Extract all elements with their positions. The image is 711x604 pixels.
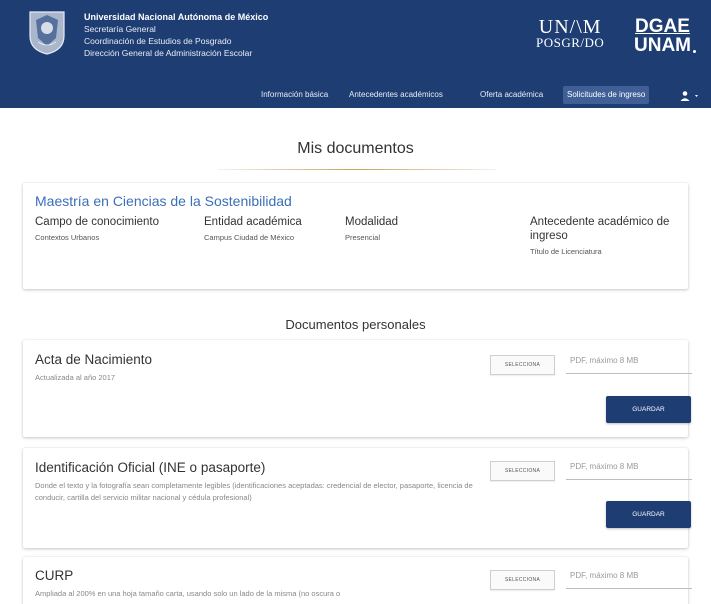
field-heading: Antecedente académico de ingreso [530, 216, 670, 242]
institution-name: Universidad Nacional Autónoma de México [84, 12, 269, 22]
posgrado-logo-line2: POSGR/DO [536, 35, 605, 50]
document-description: Ampliada al 200% en una hoja tamaño cart… [35, 589, 341, 598]
field-value: Título de Licenciatura [530, 247, 602, 256]
select-file-button[interactable]: Selecciona [490, 570, 555, 590]
institution-secretaria: Secretaría General [84, 24, 156, 34]
file-path-field[interactable]: PDF, máximo 8 MB [566, 354, 692, 374]
document-card-acta: Acta de Nacimiento Actualizada al año 20… [23, 340, 692, 437]
field-entidad-academica: Entidad académica Campus Ciudad de Méxic… [204, 215, 354, 242]
dgae-logo-line1: DGAE [635, 16, 690, 37]
page-title: Mis documentos [297, 140, 414, 157]
document-description: Donde el texto y la fotografía sean comp… [35, 481, 473, 502]
document-card-curp: CURP Ampliada al 200% en una hoja tamaño… [23, 557, 692, 604]
nav-oferta-academica[interactable]: Oferta académica [476, 86, 547, 104]
document-title: Acta de Nacimiento [35, 352, 153, 367]
nav-informacion-basica[interactable]: Información básica [257, 86, 332, 104]
save-button[interactable]: Guardar [606, 501, 691, 528]
document-title: Identificación Oficial (INE o pasaporte) [35, 460, 266, 475]
field-antecedente-academico: Antecedente académico de ingreso Título … [530, 215, 690, 256]
file-path-field[interactable]: PDF, máximo 8 MB [566, 569, 692, 589]
unam-seal-icon [29, 11, 65, 55]
nav-solicitudes-de-ingreso[interactable]: Solicitudes de ingreso [563, 86, 650, 104]
dgae-logo-dot [693, 50, 696, 53]
save-button[interactable]: Guardar [606, 396, 691, 423]
field-heading: Modalidad [345, 216, 399, 228]
document-description: Actualizada al año 2017 [35, 373, 116, 382]
posgrado-logo[interactable]: UN/\M POSGR/DO [536, 16, 605, 50]
nav-antecedentes-academicos[interactable]: Antecedentes académicos [345, 86, 447, 104]
document-card-identificacion: Identificación Oficial (INE o pasaporte)… [23, 448, 692, 548]
document-title: CURP [35, 568, 74, 583]
institution-direccion: Dirección General de Administración Esco… [84, 48, 253, 58]
posgrado-logo-line1: UN/\M [538, 16, 602, 38]
field-heading: Campo de conocimiento [35, 216, 160, 228]
field-value: Campus Ciudad de México [204, 233, 295, 242]
site-header: Universidad Nacional Autónoma de México … [0, 0, 711, 108]
section-title: Documentos personales [285, 317, 426, 332]
field-campo-conocimiento: Campo de conocimiento Contextos Urbanos [35, 215, 205, 242]
field-value: Contextos Urbanos [35, 233, 100, 242]
field-value: Presencial [345, 233, 381, 242]
select-file-button[interactable]: Selecciona [490, 461, 555, 481]
dgae-logo[interactable]: DGAE UNAM [634, 16, 696, 56]
program-name[interactable]: Maestría en Ciencias de la Sostenibilida… [35, 193, 292, 209]
main-nav: Información básica Antecedentes académic… [0, 82, 711, 108]
title-divider [218, 169, 496, 170]
user-icon[interactable] [679, 90, 701, 102]
institution-coordinacion: Coordinación de Estudios de Posgrado [84, 36, 232, 46]
field-heading: Entidad académica [204, 216, 302, 228]
file-path-field[interactable]: PDF, máximo 8 MB [566, 460, 692, 480]
chevron-down-icon [695, 95, 698, 97]
field-modalidad: Modalidad Presencial [345, 215, 495, 242]
dgae-logo-line2: UNAM [634, 35, 691, 56]
select-file-button[interactable]: Selecciona [490, 355, 555, 375]
program-card: Maestría en Ciencias de la Sostenibilida… [23, 183, 688, 289]
institution-block: Universidad Nacional Autónoma de México … [84, 11, 268, 59]
